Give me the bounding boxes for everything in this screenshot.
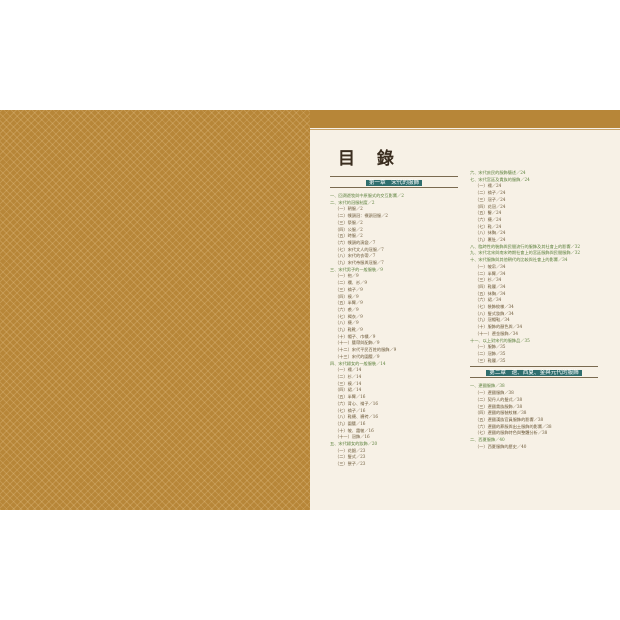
toc-subsection: （十一）腰帶與配飾／9 (335, 340, 380, 346)
toc-subsection: （二）髮式／23 (335, 454, 366, 460)
toc-subsection: （八）襪／9 (335, 320, 359, 326)
toc-subsection: （一）服飾／35 (475, 344, 506, 350)
toc-subsection: （七）宋代文人的冠服／7 (335, 246, 384, 252)
toc-section: 二、宋代的冠服制度／2 (330, 199, 375, 205)
toc-section: 六、宋代庶民的服飾簡述／24 (470, 170, 526, 175)
toc-subsection: （六）幞頭的演變／7 (335, 239, 376, 245)
toc-subsection: （五）半臂／9 (335, 300, 363, 306)
toc-subsection: （十）服飾的顏色與／34 (475, 324, 523, 330)
toc-section: 四、宋代婦女的一般服裝／14 (330, 360, 386, 366)
toc-section: 九、宋代北宋與南宋時期社會上的宮廷服飾與民間服飾／32 (470, 250, 581, 256)
toc-section: 八、臨時性的裝飾與民間流行的服飾及其社會上的影響／32 (470, 243, 581, 249)
toc-subsection: （三）襖／14 (335, 380, 362, 386)
toc-subsection: （五）時服／2 (335, 233, 363, 239)
toc-subsection: （三）衫／34 (475, 277, 502, 283)
toc-section: 二、西夏服飾／40 (470, 437, 505, 443)
toc-subsection: （四）公服／2 (335, 226, 363, 232)
toc-subsection: （一）花鈿／23 (335, 447, 366, 453)
toc-subsection: （五）髻／24 (475, 210, 502, 216)
chapter-heading-label: 第二章 遼、西夏、金與元代的服飾 (486, 370, 582, 377)
toc-subsection: （三）遼國貴族服飾／38 (475, 403, 523, 409)
toc-section: 七、宋代宮廷及貴族的服飾／24 (470, 176, 530, 182)
toc-subsection: （六）裘／9 (335, 306, 359, 312)
toc-section: 三、宋代男子的一般服裝／9 (330, 266, 383, 272)
toc-subsection: （十一）冠飾／16 (335, 434, 370, 440)
toc-subsection: （五）遼國漢族官員服飾的影響／38 (475, 416, 544, 422)
toc-subsection: （七）裝飾紋樣／34 (475, 304, 514, 310)
toc-subsection: （一）西夏服飾的歷史／40 (475, 443, 527, 449)
chapter-heading-label: 第一章 宋代的服飾 (365, 180, 423, 186)
toc-right-column: 六、宋代庶民的服飾簡述／24 七、宋代宮廷及貴族的服飾／24 （一）襦／24 （二）褙… (470, 170, 598, 450)
page-title: 目 錄 (338, 149, 402, 169)
toc-subsection: （三）褙子／9 (335, 286, 363, 292)
toc-subsection: （八）宋代的衣帶／7 (335, 253, 376, 259)
toc-subsection: （七）褙子／16 (335, 407, 366, 413)
toc-subsection: （六）背心、褙子／16 (335, 400, 379, 406)
toc-subsection: （二）冠飾／35 (475, 350, 506, 356)
toc-subsection: （四）裙／14 (335, 387, 362, 393)
toc-subsection: （九）裹肚／24 (475, 237, 506, 243)
toc-subsection: （八）抹胸／24 (475, 230, 506, 236)
toc-subsection: （六）裙／34 (475, 297, 502, 303)
toc-subsection: （一）襦／14 (335, 367, 362, 373)
toc-page: 目 錄 第一章 宋代的服飾一、回溯遊牧與中原服式的交互影響／2 二、宋代的冠服制度… (310, 110, 620, 510)
toc-subsection: （十二）宋代平民百姓的服飾／9 (335, 347, 397, 353)
toc-subsection: （九）鞋靴／9 (335, 327, 363, 333)
toc-subsection: （一）袍／9 (335, 273, 359, 279)
toc-subsection: （一）朝服／2 (335, 206, 363, 212)
toc-subsection: （一）帔帛／34 (475, 263, 506, 269)
toc-section: 五、宋代婦女的妝飾／20 (330, 441, 378, 447)
toc-subsection: （二）襴、衫／9 (335, 280, 367, 286)
toc-section: 十、宋代服飾與其他朝代的比較與社會上的影響／34 (470, 257, 568, 263)
toc-subsection: （四）遼國的服裝紋樣／38 (475, 410, 527, 416)
toc-subsection: （十）帽子、巾幘／9 (335, 333, 376, 339)
toc-subsection: （三）祭服／2 (335, 219, 363, 225)
toc-subsection: （九）圍腰／16 (335, 420, 366, 426)
toc-left-column: 第一章 宋代的服飾 一、回溯遊牧與中原服式的交互影響／2 二、宋代的冠服制度／2 （一… (330, 174, 458, 468)
toc-subsection: （八）鞋襪、襪袴／16 (335, 414, 379, 420)
toc-subsection: （七）遼國的服飾特色與整體分析／38 (475, 430, 548, 436)
toc-section: 十一、以上對宋代的服飾品／35 (470, 337, 530, 343)
toc-subsection: （七）褐衣／9 (335, 313, 363, 319)
toc-subsection: （六）遼國的葬服與出土服飾的影響／38 (475, 423, 552, 429)
toc-subsection: （一）遼國服飾／38 (475, 390, 514, 396)
toc-subsection: （五）半臂／16 (335, 394, 366, 400)
toc-subsection: （一）襦／24 (475, 183, 502, 189)
toc-subsection: （二）契丹人的髮式／38 (475, 396, 523, 402)
chapter-heading: 第一章 宋代的服飾 (330, 176, 458, 188)
toc-subsection: （四）鞋履／34 (475, 283, 506, 289)
toc-subsection: （二）褙子／24 (475, 190, 506, 196)
toc-subsection: （九）宋代帝服與冠服／7 (335, 260, 384, 266)
toc-subsection: （七）鞋／24 (475, 223, 502, 229)
toc-subsection: （三）鬟子／23 (335, 461, 366, 467)
header-band (310, 110, 620, 130)
toc-subsection: （三）鞋履／35 (475, 357, 506, 363)
toc-subsection: （九）冠帽鞋／34 (475, 317, 510, 323)
toc-subsection: （二）半臂／34 (475, 270, 506, 276)
toc-subsection: （二）衫／14 (335, 373, 362, 379)
toc-subsection: （八）髮式妝飾／34 (475, 310, 514, 316)
decorative-pattern-page (0, 110, 310, 510)
toc-subsection: （十三）宋代的圍腰／9 (335, 353, 380, 359)
toc-subsection: （四）襖／9 (335, 293, 359, 299)
toc-section: 一、遼國服飾／38 (470, 383, 505, 389)
toc-subsection: （十）帔、霞帔／16 (335, 427, 374, 433)
toc-subsection: （六）襪／24 (475, 216, 502, 222)
chapter-heading: 第二章 遼、西夏、金與元代的服飾 (470, 366, 598, 379)
toc-subsection: （四）花冠／24 (475, 203, 506, 209)
toc-subsection: （十一）遼金服飾／34 (475, 330, 519, 336)
book-spread: 目 錄 第一章 宋代的服飾一、回溯遊牧與中原服式的交互影響／2 二、宋代的冠服制度… (0, 110, 620, 510)
toc-subsection: （二）幞頭冠：襆頭冠服／2 (335, 213, 388, 219)
toc-section: 一、回溯遊牧與中原服式的交互影響／2 (330, 193, 404, 198)
toc-subsection: （三）冠子／24 (475, 196, 506, 202)
toc-subsection: （五）抹胸／34 (475, 290, 506, 296)
